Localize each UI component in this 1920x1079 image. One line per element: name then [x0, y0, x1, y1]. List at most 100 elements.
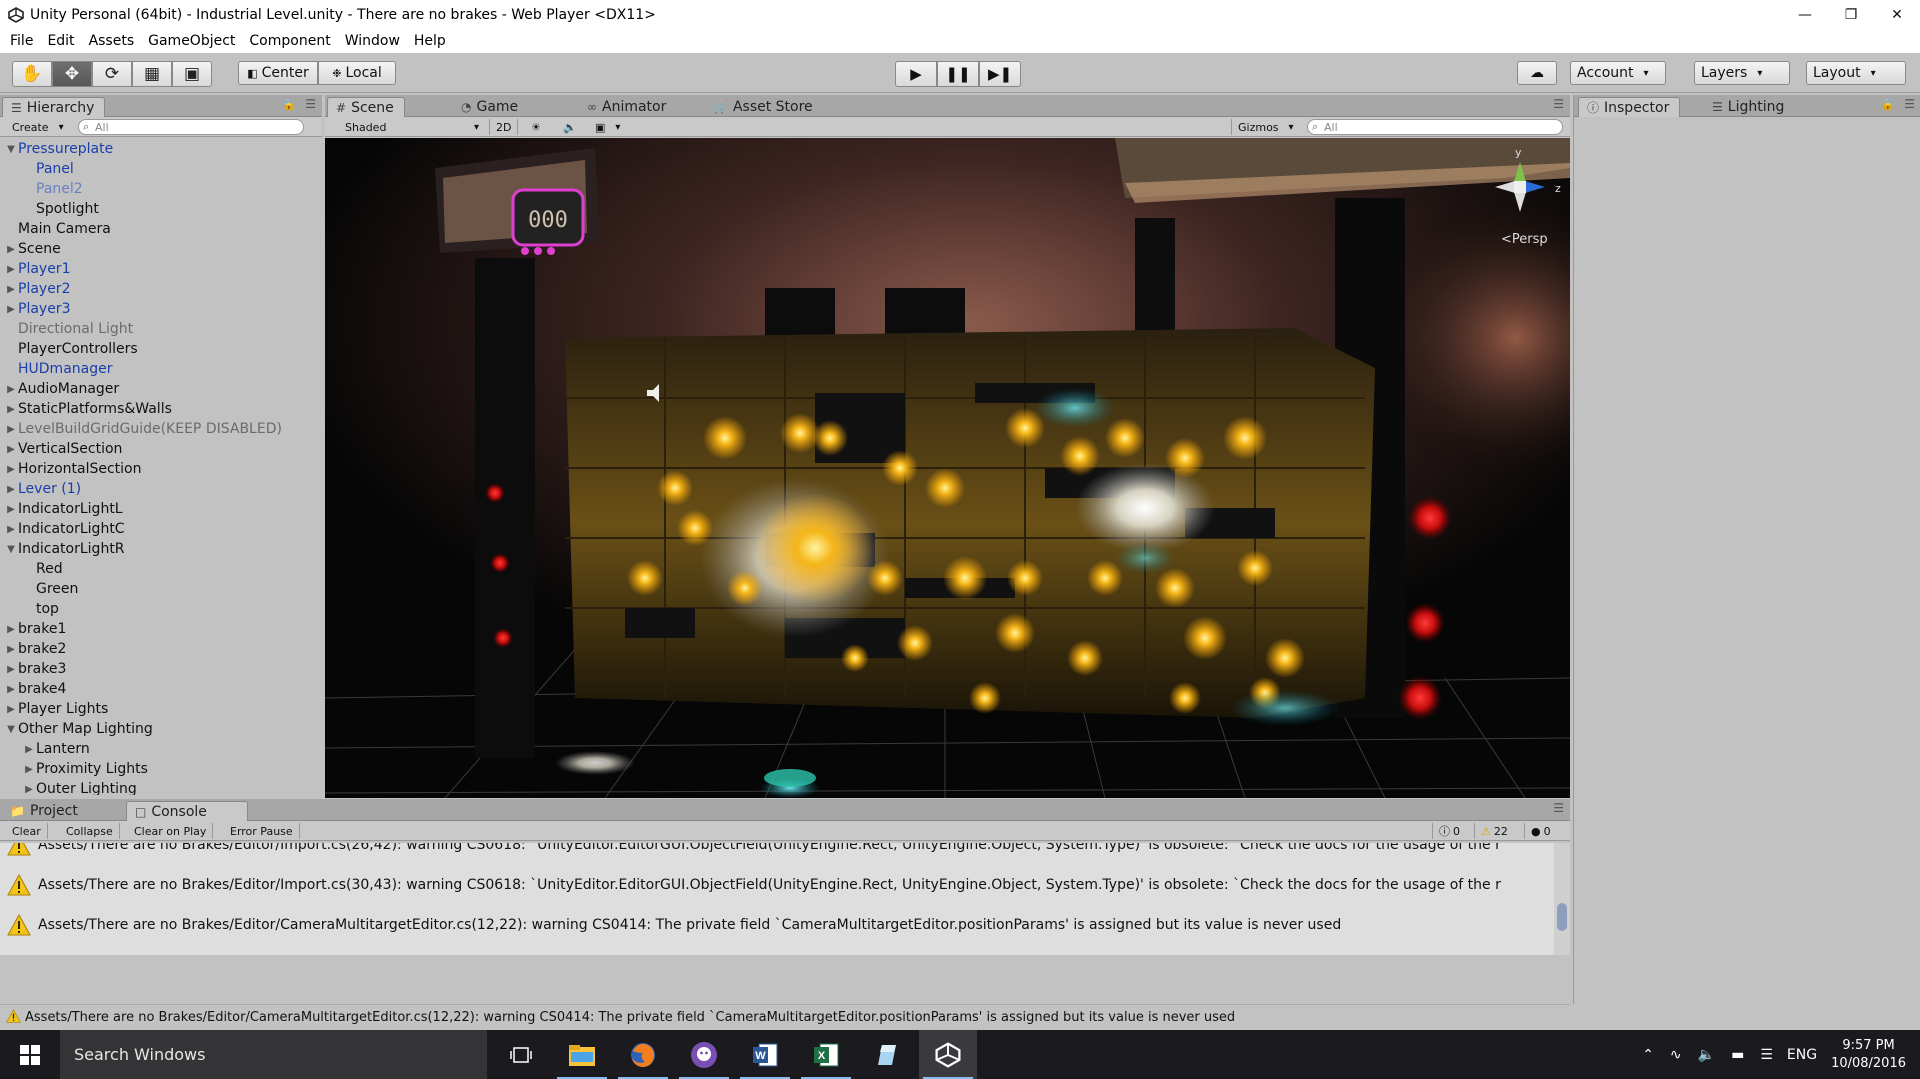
console-collapse-button[interactable]: Collapse: [60, 823, 120, 839]
tab-lighting[interactable]: ☰ Lighting: [1704, 97, 1794, 117]
wifi-icon[interactable]: ∿: [1670, 1047, 1682, 1063]
hierarchy-item[interactable]: ▶ brake3: [0, 659, 302, 679]
hierarchy-item[interactable]: ▶ StaticPlatforms&Walls: [0, 399, 302, 419]
hierarchy-item[interactable]: ▶ Player2: [0, 279, 302, 299]
menu-component[interactable]: Component: [242, 33, 337, 49]
console-entry[interactable]: Assets/There are no Brakes/Editor/Import…: [0, 843, 1570, 865]
collapsed-arrow-icon[interactable]: ▶: [4, 664, 18, 675]
tab-hierarchy[interactable]: ☰ Hierarchy: [2, 97, 106, 117]
hierarchy-item[interactable]: ▶ AudioManager: [0, 379, 302, 399]
space-local-button[interactable]: ❉ Local: [318, 61, 396, 85]
hierarchy-item[interactable]: PlayerControllers: [0, 339, 302, 359]
scene-lighting-icon[interactable]: ☀: [525, 119, 547, 135]
lock-icon[interactable]: 🔒: [282, 98, 296, 111]
inspector-lock-icon[interactable]: 🔒: [1881, 98, 1895, 111]
restore-button[interactable]: ❐: [1828, 0, 1874, 29]
orientation-gizmo[interactable]: y z <Persp: [1475, 142, 1565, 247]
panel-menu-icon[interactable]: ☰: [305, 97, 316, 111]
console-clear-button[interactable]: Clear: [6, 823, 48, 839]
hierarchy-item[interactable]: ▶ LevelBuildGridGuide(KEEP DISABLED): [0, 419, 302, 439]
minimize-button[interactable]: —: [1782, 0, 1828, 29]
collapsed-arrow-icon[interactable]: ▶: [22, 764, 36, 775]
collapsed-arrow-icon[interactable]: ▶: [4, 444, 18, 455]
github-icon[interactable]: [675, 1030, 733, 1079]
battery-icon[interactable]: ▬: [1731, 1047, 1744, 1063]
rect-tool-icon[interactable]: ▣: [172, 61, 212, 87]
collapsed-arrow-icon[interactable]: ▶: [4, 424, 18, 435]
collapsed-arrow-icon[interactable]: ▶: [4, 524, 18, 535]
account-dropdown[interactable]: Account: [1570, 61, 1666, 85]
rotate-tool-icon[interactable]: ⟳: [92, 61, 132, 87]
notifications-icon[interactable]: ☰: [1760, 1047, 1773, 1063]
play-icon[interactable]: ▶: [895, 61, 937, 87]
word-icon[interactable]: W: [736, 1030, 794, 1079]
pivot-center-button[interactable]: ◧ Center: [238, 61, 318, 85]
hierarchy-item[interactable]: ▶ Player3: [0, 299, 302, 319]
expanded-arrow-icon[interactable]: ▼: [4, 724, 18, 735]
language-indicator[interactable]: ENG: [1787, 1047, 1817, 1063]
step-icon[interactable]: ▶❚: [979, 61, 1021, 87]
hierarchy-item[interactable]: ▶ brake2: [0, 639, 302, 659]
collapsed-arrow-icon[interactable]: ▶: [4, 484, 18, 495]
hierarchy-item[interactable]: top: [0, 599, 302, 619]
move-tool-icon[interactable]: ✥: [52, 61, 92, 87]
tray-chevron-up-icon[interactable]: ⌃: [1642, 1047, 1654, 1063]
hierarchy-item[interactable]: Panel: [0, 159, 302, 179]
collapsed-arrow-icon[interactable]: ▶: [4, 384, 18, 395]
collapsed-arrow-icon[interactable]: ▶: [4, 264, 18, 275]
create-dropdown[interactable]: Create: [6, 119, 70, 135]
file-explorer-icon[interactable]: [553, 1030, 611, 1079]
scene-panel-menu-icon[interactable]: ☰: [1553, 97, 1564, 111]
task-view-icon[interactable]: [492, 1030, 550, 1079]
collapsed-arrow-icon[interactable]: ▶: [4, 464, 18, 475]
hierarchy-item[interactable]: ▶ Outer Lighting: [0, 779, 302, 795]
hierarchy-item[interactable]: ▼ Other Map Lighting: [0, 719, 302, 739]
shading-mode-dropdown[interactable]: Shaded: [339, 119, 485, 135]
menu-assets[interactable]: Assets: [82, 33, 142, 49]
collapsed-arrow-icon[interactable]: ▶: [4, 404, 18, 415]
start-button[interactable]: [0, 1030, 60, 1079]
hierarchy-item[interactable]: ▶ Proximity Lights: [0, 759, 302, 779]
collapsed-arrow-icon[interactable]: ▶: [4, 504, 18, 515]
scene-effects-icon[interactable]: ▣: [589, 119, 626, 135]
hierarchy-item[interactable]: ▶ Player Lights: [0, 699, 302, 719]
hierarchy-item[interactable]: ▶ VerticalSection: [0, 439, 302, 459]
pause-icon[interactable]: ❚❚: [937, 61, 979, 87]
hierarchy-item[interactable]: ▶ HorizontalSection: [0, 459, 302, 479]
hierarchy-item[interactable]: Green: [0, 579, 302, 599]
hand-tool-icon[interactable]: ✋: [12, 61, 52, 87]
gizmos-dropdown[interactable]: Gizmos: [1231, 119, 1300, 135]
expanded-arrow-icon[interactable]: ▼: [4, 144, 18, 155]
menu-edit[interactable]: Edit: [40, 33, 81, 49]
close-button[interactable]: ✕: [1874, 0, 1920, 29]
inspector-menu-icon[interactable]: ☰: [1904, 97, 1915, 111]
unity-icon[interactable]: [919, 1030, 977, 1079]
hierarchy-item[interactable]: ▶ Player1: [0, 259, 302, 279]
tab-inspector[interactable]: ⓘ Inspector: [1578, 97, 1681, 117]
collapsed-arrow-icon[interactable]: ▶: [4, 304, 18, 315]
tab-scene[interactable]: # Scene: [327, 97, 405, 117]
hierarchy-item[interactable]: Panel2: [0, 179, 302, 199]
layout-dropdown[interactable]: Layout: [1806, 61, 1906, 85]
collapsed-arrow-icon[interactable]: ▶: [22, 744, 36, 755]
collab-cloud-button[interactable]: ☁: [1517, 61, 1557, 85]
menu-help[interactable]: Help: [407, 33, 453, 49]
hierarchy-item[interactable]: ▼ IndicatorLightR: [0, 539, 302, 559]
menu-gameobject[interactable]: GameObject: [141, 33, 242, 49]
volume-icon[interactable]: 🔈: [1698, 1047, 1715, 1063]
tab-animator[interactable]: ∞ Animator: [579, 97, 676, 117]
console-scrollbar[interactable]: [1554, 843, 1570, 955]
menu-window[interactable]: Window: [338, 33, 407, 49]
hierarchy-item[interactable]: ▶ brake1: [0, 619, 302, 639]
clock[interactable]: 9:57 PM 10/08/2016: [1831, 1037, 1906, 1073]
scene-viewport[interactable]: 000 y z <Persp: [325, 138, 1570, 798]
toggle-2d-button[interactable]: 2D: [489, 119, 519, 135]
collapsed-arrow-icon[interactable]: ▶: [4, 684, 18, 695]
hierarchy-item[interactable]: Main Camera: [0, 219, 302, 239]
status-bar[interactable]: Assets/There are no Brakes/Editor/Camera…: [0, 1004, 1570, 1030]
collapsed-arrow-icon[interactable]: ▶: [4, 644, 18, 655]
excel-icon[interactable]: X: [797, 1030, 855, 1079]
scene-audio-icon[interactable]: 🔈: [557, 119, 583, 135]
scene-search-input[interactable]: All: [1307, 119, 1563, 135]
hierarchy-item[interactable]: ▶ Lantern: [0, 739, 302, 759]
